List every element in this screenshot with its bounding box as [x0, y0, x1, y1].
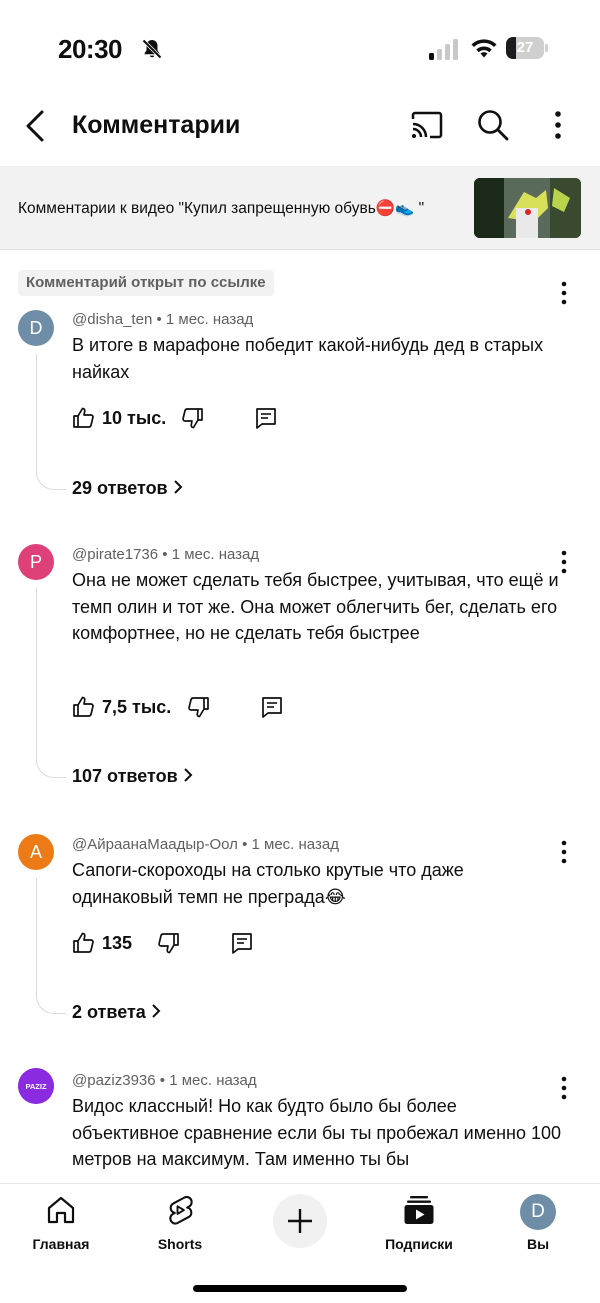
nav-subscriptions-label: Подписки	[385, 1236, 453, 1252]
svg-text:PAZIZ: PAZIZ	[25, 1082, 47, 1091]
avatar[interactable]: PAZIZ	[18, 1068, 54, 1104]
like-icon[interactable]	[72, 406, 96, 430]
comment-text: Она не может сделать тебя быстрее, учиты…	[72, 570, 559, 643]
comment-item: P @pirate1736 • 1 мес. назад Она не може…	[0, 542, 600, 802]
bottom-navigation: Главная Shorts Подписки D Вы	[0, 1183, 600, 1303]
comment-item: PAZIZ @paziz3936 • 1 мес. назад Видос кл…	[0, 1068, 600, 1183]
comment-time: 1 мес. назад	[169, 1072, 257, 1089]
nav-subscriptions[interactable]: Подписки	[364, 1190, 474, 1260]
thread-line	[36, 878, 66, 1014]
battery-percent: 27	[516, 39, 534, 56]
battery-icon: 27	[506, 37, 548, 59]
comment-item: А @АйраанаМаадыр-Оол • 1 мес. назад Сапо…	[0, 832, 600, 1042]
nav-you-label: Вы	[526, 1236, 550, 1252]
comment-time: 1 мес. назад	[165, 311, 254, 328]
avatar[interactable]: А	[18, 834, 54, 870]
replies-count: 2 ответа	[72, 1002, 146, 1022]
comment-author[interactable]: @disha_ten	[72, 311, 152, 328]
view-replies-button[interactable]: 2 ответа	[72, 1002, 162, 1023]
like-count: 135	[102, 933, 133, 953]
comment-item: D @disha_ten • 1 мес. назад В итоге в ма…	[0, 308, 600, 508]
comment-meta: @paziz3936 • 1 мес. назад	[72, 1072, 257, 1089]
nav-shorts[interactable]: Shorts	[125, 1190, 235, 1260]
shorts-icon	[169, 1195, 193, 1225]
avatar[interactable]: D	[18, 310, 54, 346]
chevron-right-icon	[183, 768, 193, 782]
thread-line	[36, 354, 66, 490]
comment-meta: @disha_ten • 1 мес. назад	[72, 311, 254, 328]
comment-text: В итоге в марафоне победит какой-нибудь …	[72, 335, 544, 382]
view-replies-button[interactable]: 29 ответов	[72, 478, 184, 499]
video-banner-text: Комментарии к видео "Купил запрещенную о…	[18, 200, 425, 217]
home-indicator	[193, 1285, 407, 1292]
comment-author[interactable]: @АйраанаМаадыр-Оол	[72, 836, 238, 853]
comment-actions: 10 тыс.	[72, 406, 292, 434]
status-time: 20:30	[58, 34, 123, 64]
like-count: 7,5 тыс.	[102, 697, 172, 717]
like-count: 10 тыс.	[102, 408, 167, 428]
top-app-bar: Комментарии	[0, 96, 600, 158]
avatar[interactable]: P	[18, 544, 54, 580]
comment-more-icon[interactable]	[556, 280, 572, 306]
comment-time: 1 мес. назад	[171, 546, 260, 563]
avatar: D	[520, 1194, 556, 1230]
cast-icon[interactable]	[410, 110, 444, 140]
bell-off-icon	[142, 39, 162, 59]
nav-you[interactable]: D Вы	[483, 1190, 593, 1260]
comment-actions: 7,5 тыс.	[72, 695, 292, 723]
chevron-right-icon	[173, 480, 183, 494]
comment-meta: @pirate1736 • 1 мес. назад	[72, 546, 260, 563]
create-plus-icon	[288, 1209, 312, 1233]
nav-home[interactable]: Главная	[6, 1190, 116, 1260]
nav-home-label: Главная	[32, 1236, 90, 1252]
page-title: Комментарии	[72, 111, 241, 139]
reply-icon[interactable]	[230, 931, 254, 955]
video-banner[interactable]: Комментарии к видео "Купил запрещенную о…	[0, 166, 600, 250]
subscriptions-icon	[404, 1196, 434, 1224]
reply-icon[interactable]	[260, 695, 284, 719]
reply-icon[interactable]	[254, 406, 278, 430]
comment-time: 1 мес. назад	[251, 836, 339, 853]
create-button[interactable]	[273, 1194, 327, 1248]
video-thumbnail[interactable]	[474, 178, 581, 238]
comment-text: Видос классный! Но как будто было бы бол…	[72, 1096, 562, 1169]
like-icon[interactable]	[72, 695, 96, 719]
home-icon	[47, 1196, 75, 1224]
comment-meta: @АйраанаМаадыр-Оол • 1 мес. назад	[72, 836, 339, 853]
replies-count: 107 ответов	[72, 766, 178, 786]
replies-count: 29 ответов	[72, 478, 168, 498]
comment-actions: 135	[72, 931, 272, 959]
signal-icon	[429, 39, 458, 60]
dislike-icon[interactable]	[180, 406, 204, 430]
dislike-icon[interactable]	[186, 695, 210, 719]
dislike-icon[interactable]	[156, 931, 180, 955]
chevron-right-icon	[152, 1004, 161, 1018]
status-bar: 20:30 27	[0, 0, 600, 96]
search-icon[interactable]	[476, 108, 510, 142]
wifi-icon	[471, 39, 497, 58]
paziz-logo: PAZIZ	[18, 1068, 54, 1104]
comment-author[interactable]: @pirate1736	[72, 546, 158, 563]
nav-shorts-label: Shorts	[157, 1236, 203, 1252]
more-vertical-icon[interactable]	[548, 108, 568, 142]
back-arrow-icon[interactable]	[20, 106, 52, 146]
thread-line	[36, 588, 66, 778]
view-replies-button[interactable]: 107 ответов	[72, 766, 194, 787]
comment-author[interactable]: @paziz3936	[72, 1072, 156, 1089]
like-icon[interactable]	[72, 931, 96, 955]
comment-text: Сапоги-скороходы на столько крутые что д…	[72, 860, 464, 907]
